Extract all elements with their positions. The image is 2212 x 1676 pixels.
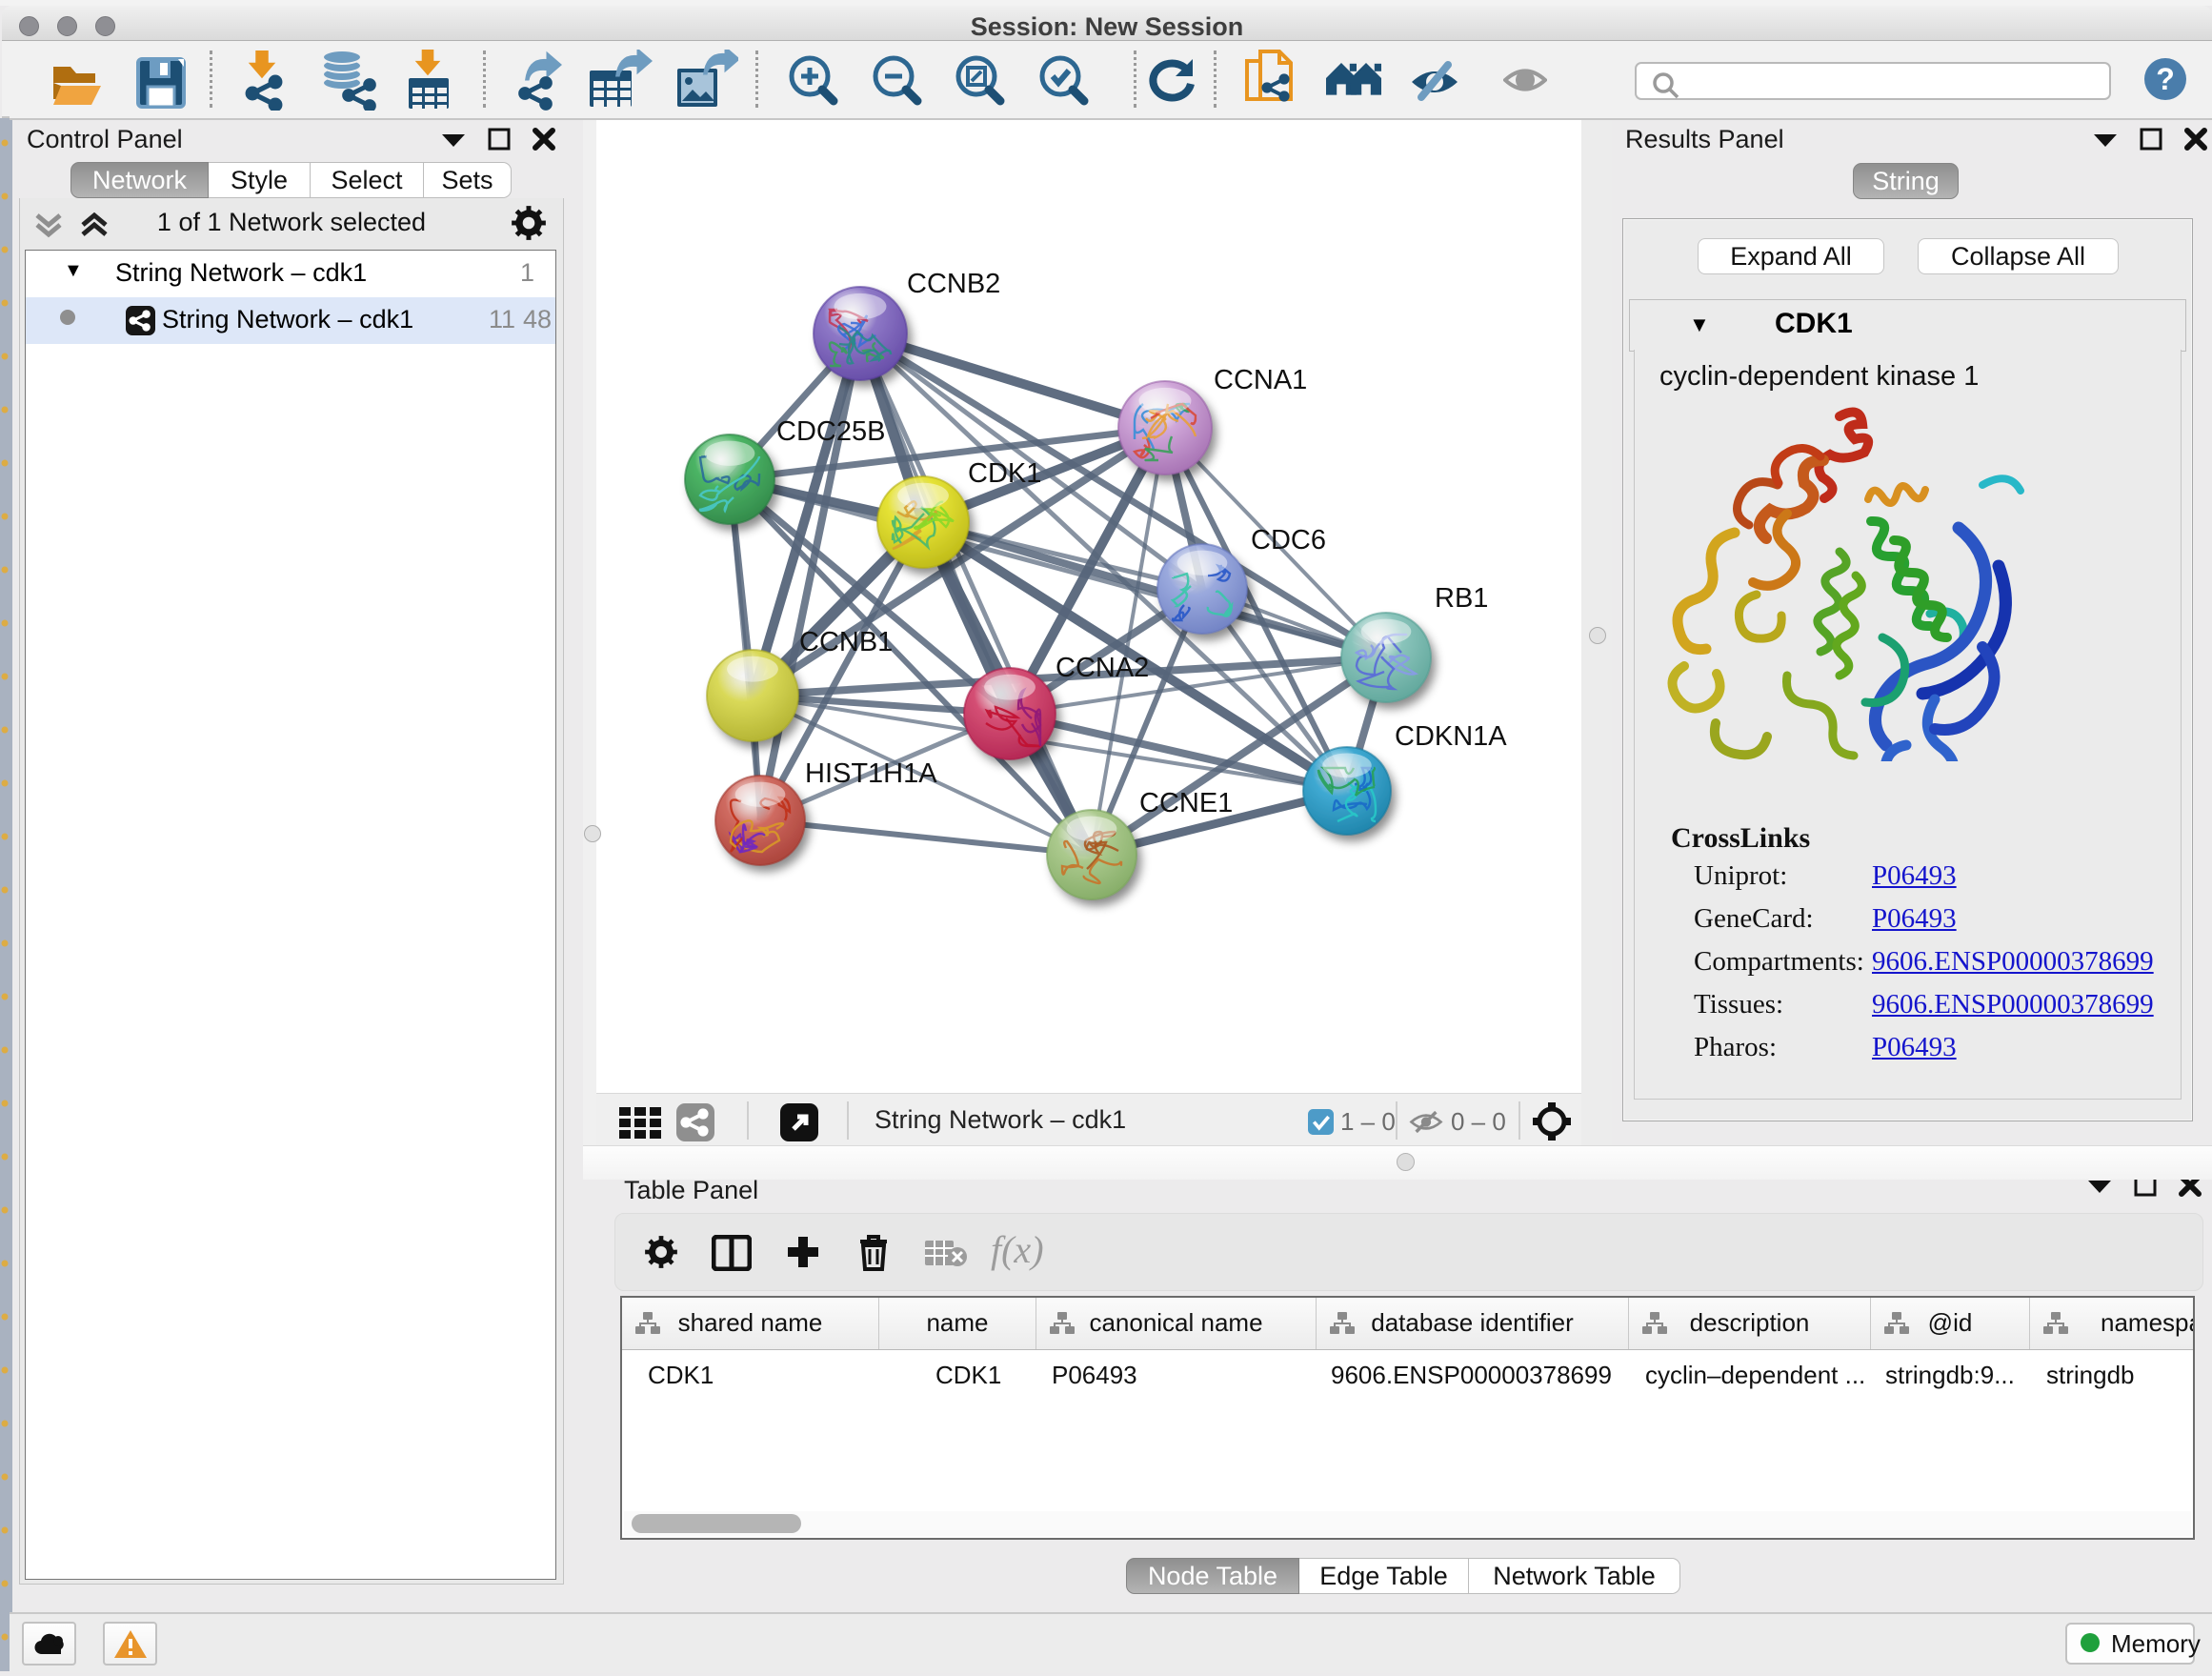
svg-text:CDKN1A: CDKN1A [1395,721,1507,752]
svg-text:CCNE1: CCNE1 [1139,788,1233,818]
svg-text:CDK1: CDK1 [968,458,1041,489]
svg-text:CCNB1: CCNB1 [799,627,893,657]
svg-text:?: ? [2156,62,2175,96]
svg-text:CCNB2: CCNB2 [907,269,1000,299]
svg-text:CDC6: CDC6 [1251,525,1326,555]
svg-text:HIST1H1A: HIST1H1A [805,758,937,789]
svg-text:CCNA1: CCNA1 [1214,365,1307,395]
svg-text:CDC25B: CDC25B [776,416,885,447]
svg-text:RB1: RB1 [1435,583,1488,614]
svg-text:CCNA2: CCNA2 [1056,653,1149,683]
